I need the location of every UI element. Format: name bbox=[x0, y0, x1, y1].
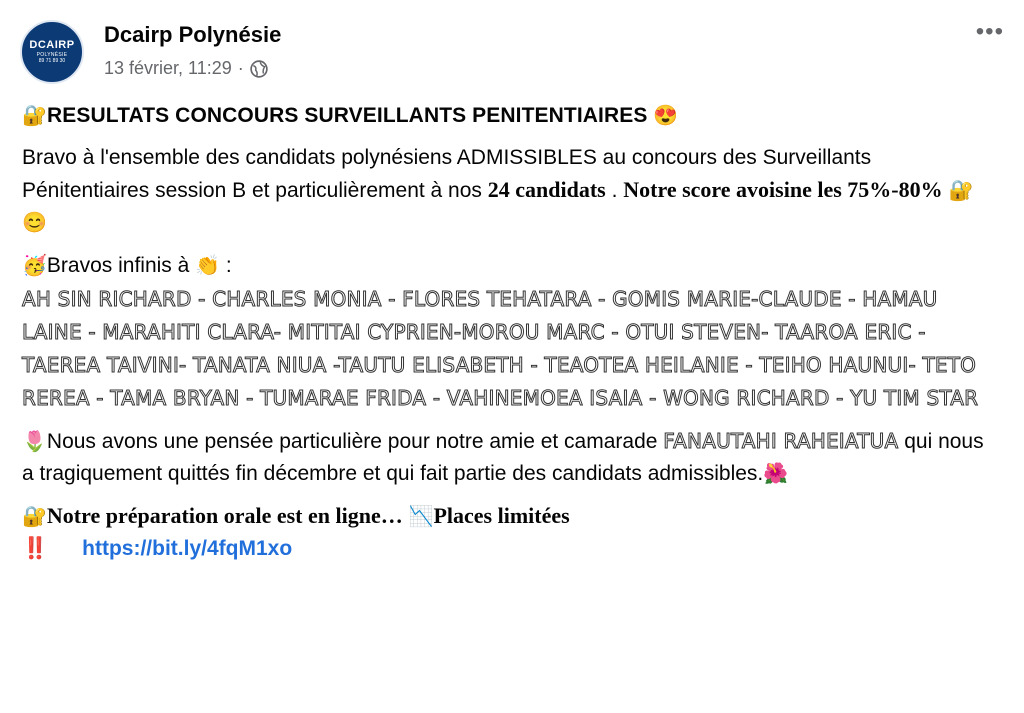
post-header: DCAIRP POLYNÉSIE 89 71 89 30 Dcairp Poly… bbox=[20, 20, 1005, 86]
score-text: Notre score avoisine les 75%-80% bbox=[623, 177, 943, 202]
post-meta: 13 février, 11:29 · bbox=[104, 58, 268, 79]
bravo-text-mid: . bbox=[605, 179, 624, 202]
heart-eyes-icon: 😍 bbox=[653, 105, 679, 127]
tribute-name: FANAUTAHI RAHEIATUA bbox=[663, 429, 899, 454]
more-options-button[interactable]: ••• bbox=[976, 20, 1004, 44]
meta-separator: · bbox=[237, 58, 244, 78]
post-timestamp[interactable]: 13 février, 11:29 bbox=[104, 58, 232, 79]
bravo-paragraph: Bravo à l'ensemble des candidats polynés… bbox=[22, 142, 987, 239]
candidate-count: 24 candidats bbox=[487, 177, 606, 202]
bravos-label: Bravos infinis à bbox=[46, 254, 190, 277]
names-paragraph: 🥳Bravos infinis à 👏 : AH SIN RICHARD - C… bbox=[21, 249, 987, 415]
avatar-logo-text: DCAIRP bbox=[29, 39, 75, 51]
post-title: RESULTATS CONCOURS SURVEILLANTS PENITENT… bbox=[47, 104, 648, 127]
smile-icon: 😊 bbox=[22, 212, 47, 234]
post-title-line: 🔐RESULTATS CONCOURS SURVEILLANTS PENITEN… bbox=[22, 100, 987, 132]
lock-icon: 🔐 bbox=[948, 180, 974, 202]
post-link[interactable]: https://bit.ly/4fqM1xo bbox=[82, 537, 292, 560]
tulip-icon: 🌷 bbox=[22, 431, 47, 453]
chart-down-icon: 📉 bbox=[408, 506, 434, 528]
hibiscus-icon: 🌺 bbox=[763, 463, 789, 485]
page-name-link[interactable]: Dcairp Polynésie bbox=[104, 22, 281, 48]
prep-text: Notre préparation orale est en ligne… bbox=[46, 503, 403, 528]
party-face-icon: 🥳 bbox=[22, 255, 47, 277]
bravos-colon: : bbox=[220, 254, 232, 277]
clapping-hands-icon: 👏 bbox=[195, 255, 221, 277]
tribute-text-start: Nous avons une pensée particulière pour … bbox=[46, 430, 664, 453]
globe-icon bbox=[250, 59, 268, 78]
prep-paragraph: 🔐Notre préparation orale est en ligne… 📉… bbox=[22, 500, 987, 565]
avatar-logo-tel: 89 71 89 30 bbox=[38, 58, 66, 64]
candidate-names: AH SIN RICHARD - CHARLES MONIA - FLORES … bbox=[21, 287, 979, 411]
post-body: 🔐RESULTATS CONCOURS SURVEILLANTS PENITEN… bbox=[21, 100, 987, 565]
lock-icon: 🔐 bbox=[22, 506, 47, 528]
double-exclamation-icon: ‼️ bbox=[22, 537, 49, 560]
places-text: Places limitées bbox=[433, 503, 570, 528]
tribute-paragraph: 🌷Nous avons une pensée particulière pour… bbox=[22, 425, 987, 490]
page-avatar[interactable]: DCAIRP POLYNÉSIE 89 71 89 30 bbox=[20, 20, 84, 84]
lock-icon: 🔐 bbox=[22, 105, 48, 127]
